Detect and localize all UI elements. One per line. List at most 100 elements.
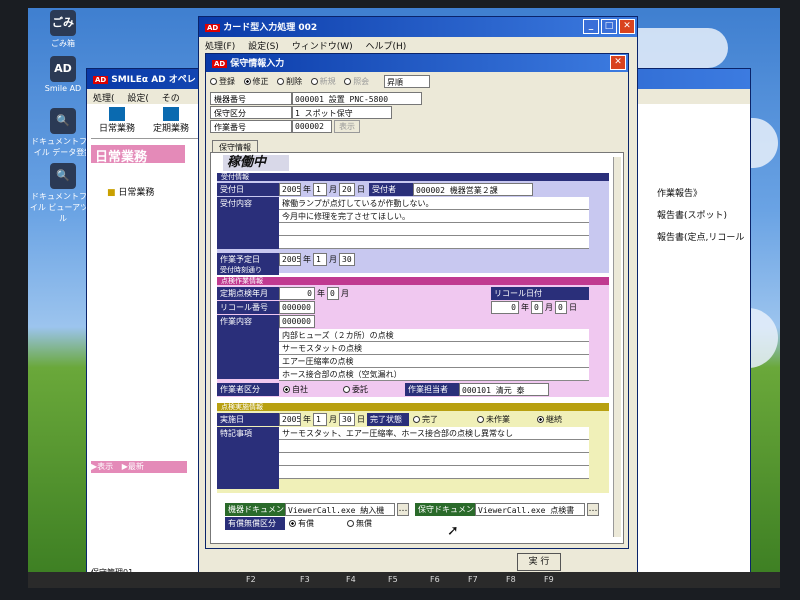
app-icon: AD	[93, 76, 109, 84]
scrollbar[interactable]	[613, 157, 621, 537]
day-unit: 日	[569, 303, 577, 312]
mode-register-radio[interactable]: 登録	[210, 77, 235, 86]
worker-field[interactable]: 000101 清元 泰	[459, 383, 549, 396]
fkey-f4[interactable]: F4	[346, 575, 356, 584]
maint-type-field[interactable]: 1 スポット保守	[292, 106, 392, 119]
reception-content-line[interactable]	[279, 236, 589, 249]
worker-type-contract-radio[interactable]: 委託	[343, 384, 368, 395]
reception-month[interactable]: 1	[313, 183, 327, 196]
fkey-f8[interactable]: F8	[506, 575, 516, 584]
status-label: 完了状態	[367, 413, 409, 426]
recall-day[interactable]: 0	[555, 301, 567, 314]
recall-no-field[interactable]: 000000	[279, 301, 315, 314]
reception-date-label: 受付日	[217, 183, 279, 196]
notes-line[interactable]	[279, 466, 589, 479]
work-content-line[interactable]: サーモスタットの点検	[279, 342, 589, 355]
receiver-field[interactable]: 000002 機器営業２課	[413, 183, 533, 196]
menu-process[interactable]: 処理(F)	[205, 42, 235, 52]
inspection-section: 点検作業情報 定期点検年月 0 年 0 月 リコール日付 リコール番号 0000…	[217, 277, 609, 397]
card-input-window: AD カード型入力処理 002 _ □ ✕ 処理(F) 設定(S) ウィンドウ(W…	[198, 16, 638, 580]
show-button[interactable]: 表示	[334, 120, 360, 133]
month-unit: 月	[329, 185, 337, 194]
fkey-f3[interactable]: F3	[300, 575, 310, 584]
reception-year[interactable]: 2005	[279, 183, 301, 196]
year-unit: 年	[303, 255, 311, 264]
work-content-line[interactable]: ホース接合部の点検（空気漏れ）	[279, 368, 589, 381]
status-done-radio[interactable]: 完了	[413, 414, 438, 425]
report-link[interactable]: 報告書(スポット)	[657, 205, 744, 227]
status-stamp: 稼働中	[223, 155, 289, 171]
day-unit: 日	[357, 185, 365, 194]
report-link[interactable]: 報告書(定点,リコール	[657, 227, 744, 249]
main-title-bar: AD カード型入力処理 002 _ □ ✕	[199, 17, 637, 37]
recycle-bin-icon[interactable]: ごみ ごみ箱	[28, 10, 98, 49]
bg-menu-item[interactable]: その	[162, 94, 180, 104]
machine-no-field[interactable]: 000001 設置 PNC-5800	[292, 92, 422, 105]
work-code-field[interactable]: 000000	[279, 315, 315, 328]
reception-header: 受付情報	[217, 173, 609, 181]
work-content-line[interactable]: 内部ヒューズ（２カ所）の点検	[279, 329, 589, 342]
planned-month[interactable]: 1	[313, 253, 327, 266]
fkey-f5[interactable]: F5	[388, 575, 398, 584]
close-button[interactable]: ✕	[619, 19, 635, 34]
fkey-f9[interactable]: F9	[544, 575, 554, 584]
reception-content-line[interactable]: 今月中に修理を完了させてほしい。	[279, 210, 589, 223]
fkey-f6[interactable]: F6	[430, 575, 440, 584]
maximize-button[interactable]: □	[601, 19, 617, 34]
machine-doc-field[interactable]: ViewerCall.exe 納入機	[285, 503, 395, 516]
daily-work-button[interactable]: 日常業務	[93, 107, 141, 134]
paid-label: 有償無償区分	[225, 517, 285, 530]
planned-day[interactable]: 30	[339, 253, 355, 266]
dialog-close-button[interactable]: ✕	[610, 55, 626, 70]
notes-line[interactable]: サーモスタット、エアー圧縮率、ホース接合部の点検し異常なし	[279, 427, 589, 440]
recall-date-label: リコール日付	[491, 287, 589, 300]
app-icon: AD	[205, 24, 221, 32]
maint-doc-field[interactable]: ViewerCall.exe 点検書	[475, 503, 585, 516]
folder-item[interactable]: ■ 日常業務	[107, 185, 154, 198]
menu-window[interactable]: ウィンドウ(W)	[292, 42, 353, 52]
status-continue-radio[interactable]: 継続	[537, 414, 562, 425]
reception-time-label: 受付時刻通り	[217, 265, 279, 275]
notes-line[interactable]	[279, 440, 589, 453]
paid-radio[interactable]: 有償	[289, 518, 314, 529]
periodic-month[interactable]: 0	[327, 287, 339, 300]
planned-year[interactable]: 2005	[279, 253, 301, 266]
worker-type-own-radio[interactable]: 自社	[283, 384, 308, 395]
result-month[interactable]: 1	[313, 413, 327, 426]
execute-button[interactable]: 実 行	[517, 553, 561, 571]
periodic-label: 定期点検年月	[217, 287, 279, 300]
show-button[interactable]: ▶表示	[91, 462, 113, 471]
minimize-button[interactable]: _	[583, 19, 599, 34]
mode-new-radio[interactable]: 新規	[310, 77, 336, 86]
maint-doc-browse-button[interactable]: …	[587, 503, 599, 516]
fkey-f2[interactable]: F2	[246, 575, 256, 584]
status-notyet-radio[interactable]: 未作業	[477, 414, 510, 425]
recall-year[interactable]: 0	[491, 301, 519, 314]
mode-delete-radio[interactable]: 削除	[277, 77, 302, 86]
reception-content-line[interactable]: 稼働ランプが点灯しているが作動しない。	[279, 197, 589, 210]
mode-edit-radio[interactable]: 修正	[243, 77, 269, 86]
menu-settings[interactable]: 設定(S)	[248, 42, 279, 52]
result-year[interactable]: 2005	[279, 413, 301, 426]
reception-section: 受付情報 受付日 2005 年 1 月 20 日 受付者 000002 機器営業…	[217, 173, 609, 275]
free-radio[interactable]: 無償	[347, 518, 372, 529]
recall-month[interactable]: 0	[531, 301, 543, 314]
machine-doc-browse-button[interactable]: …	[397, 503, 409, 516]
report-link[interactable]: 作業報告》	[657, 183, 744, 205]
periodic-year[interactable]: 0	[279, 287, 315, 300]
bg-menu-item[interactable]: 処理(	[93, 94, 115, 104]
desktop: ごみ ごみ箱 AD Smile AD 🔍 ドキュメントファイル データ登録 🔍 ドキュメ…	[28, 8, 780, 588]
sort-order-field[interactable]: 昇順	[384, 75, 430, 88]
menu-help[interactable]: ヘルプ(H)	[366, 42, 407, 52]
reception-day[interactable]: 20	[339, 183, 355, 196]
refresh-button[interactable]: ▶最新	[122, 462, 144, 471]
periodic-work-button[interactable]: 定期業務	[147, 107, 195, 134]
fkey-f7[interactable]: F7	[468, 575, 478, 584]
work-no-field[interactable]: 000002	[292, 120, 332, 133]
reception-content-line[interactable]	[279, 223, 589, 236]
bg-menu-item[interactable]: 設定(	[127, 94, 149, 104]
result-day[interactable]: 30	[339, 413, 355, 426]
mode-view-radio[interactable]: 照会	[344, 77, 369, 86]
work-content-line[interactable]: エアー圧縮率の点検	[279, 355, 589, 368]
notes-line[interactable]	[279, 453, 589, 466]
